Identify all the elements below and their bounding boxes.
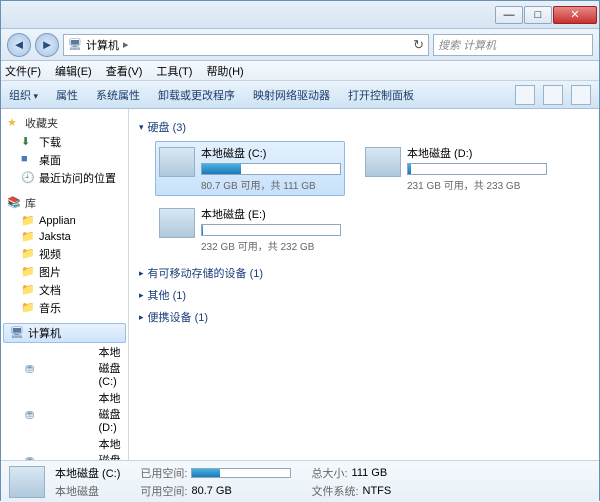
details-pane: 本地磁盘 (C:) 本地磁盘 已用空间: 可用空间: 80.7 GB 总大小: 11… — [1, 460, 599, 502]
sidebar-item-pictures[interactable]: 📁图片 — [1, 263, 128, 281]
drive-icon — [9, 466, 45, 498]
status-drive-name: 本地磁盘 (C:) — [55, 465, 120, 481]
capacity-bar — [201, 163, 341, 175]
collapse-icon: ▾ — [139, 122, 144, 133]
sidebar-item-drive-e[interactable]: ⛃本地磁盘 (E:) — [1, 435, 128, 460]
menu-tools[interactable]: 工具(T) — [156, 63, 192, 79]
favorites-group[interactable]: ★收藏夹 — [1, 113, 128, 133]
sidebar-item-documents[interactable]: 📁文档 — [1, 281, 128, 299]
drive-icon — [365, 147, 401, 177]
back-button[interactable]: ◄ — [7, 33, 31, 57]
expand-icon: ▸ — [139, 290, 144, 301]
search-input[interactable]: 搜索 计算机 — [433, 34, 593, 56]
menu-file[interactable]: 文件(F) — [5, 63, 41, 79]
drive-label: 本地磁盘 (E:) — [201, 206, 341, 222]
desktop-icon: ■ — [21, 153, 35, 167]
address-bar[interactable]: 🖥 计算机 ▸ ↻ — [63, 34, 429, 56]
sidebar-item-downloads[interactable]: ⬇下载 — [1, 133, 128, 151]
folder-icon: 📁 — [21, 265, 35, 279]
refresh-button[interactable]: ↻ — [413, 37, 424, 53]
help-button[interactable] — [571, 85, 591, 105]
content-area: ▾硬盘 (3) 本地磁盘 (C:)80.7 GB 可用，共 111 GB本地磁盘… — [129, 109, 599, 460]
drive-label: 本地磁盘 (C:) — [201, 145, 341, 161]
menu-help[interactable]: 帮助(H) — [206, 63, 243, 79]
minimize-button[interactable]: — — [495, 6, 523, 24]
drive-item[interactable]: 本地磁盘 (D:) 231 GB 可用，共 233 GB — [361, 141, 551, 196]
menu-edit[interactable]: 编辑(E) — [55, 63, 92, 79]
sidebar-item-jaksta[interactable]: 📁Jaksta — [1, 229, 128, 245]
drive-free-text: 231 GB 可用，共 233 GB — [407, 177, 547, 192]
drive-icon — [159, 147, 195, 177]
status-total-label: 总大小: — [311, 465, 347, 481]
recent-icon: 🕘 — [21, 171, 35, 185]
menu-bar: 文件(F) 编辑(E) 查看(V) 工具(T) 帮助(H) — [1, 61, 599, 81]
status-fs-value: NTFS — [363, 485, 392, 497]
library-icon: 📚 — [7, 196, 21, 210]
view-options-button[interactable] — [515, 85, 535, 105]
group-other[interactable]: ▸其他 (1) — [139, 287, 589, 303]
sidebar-item-music[interactable]: 📁音乐 — [1, 299, 128, 317]
drive-label: 本地磁盘 (D:) — [407, 145, 547, 161]
sidebar-item-drive-d[interactable]: ⛃本地磁盘 (D:) — [1, 389, 128, 435]
computer-icon: 🖥 — [68, 38, 82, 52]
drive-icon — [159, 208, 195, 238]
control-panel-button[interactable]: 打开控制面板 — [348, 87, 414, 103]
chevron-right-icon[interactable]: ▸ — [123, 38, 129, 51]
group-hard-disk-drives[interactable]: ▾硬盘 (3) — [139, 119, 589, 135]
expand-icon: ▸ — [139, 312, 144, 323]
organize-button[interactable]: 组织 — [9, 87, 38, 103]
group-removable-storage[interactable]: ▸有可移动存储的设备 (1) — [139, 265, 589, 281]
drive-item[interactable]: 本地磁盘 (E:) 232 GB 可用，共 232 GB — [155, 202, 345, 257]
sidebar-item-recent[interactable]: 🕘最近访问的位置 — [1, 169, 128, 187]
preview-pane-button[interactable] — [543, 85, 563, 105]
sidebar-item-desktop[interactable]: ■桌面 — [1, 151, 128, 169]
drive-free-text: 80.7 GB 可用，共 111 GB — [201, 177, 341, 192]
drive-icon: ⛃ — [21, 451, 95, 460]
command-bar: 组织 属性 系统属性 卸载或更改程序 映射网络驱动器 打开控制面板 — [1, 81, 599, 109]
maximize-button[interactable]: □ — [524, 6, 552, 24]
drive-icon: ⛃ — [21, 405, 94, 419]
expand-icon: ▸ — [139, 268, 144, 279]
map-network-drive-button[interactable]: 映射网络驱动器 — [253, 87, 330, 103]
folder-icon: 📁 — [21, 230, 35, 244]
titlebar: — □ ✕ — [1, 1, 599, 29]
capacity-bar — [201, 224, 341, 236]
star-icon: ★ — [7, 116, 21, 130]
system-properties-button[interactable]: 系统属性 — [96, 87, 140, 103]
status-drive-type: 本地磁盘 — [55, 483, 120, 499]
group-portable-devices[interactable]: ▸便携设备 (1) — [139, 309, 589, 325]
libraries-group[interactable]: 📚库 — [1, 193, 128, 213]
sidebar-item-applian[interactable]: 📁Applian — [1, 213, 128, 229]
status-used-label: 已用空间: — [140, 465, 187, 481]
sidebar-item-drive-c[interactable]: ⛃本地磁盘 (C:) — [1, 343, 128, 389]
computer-icon: 🖥 — [10, 326, 24, 340]
folder-icon: 📁 — [21, 301, 35, 315]
drive-icon: ⛃ — [21, 359, 94, 373]
folder-icon: 📁 — [21, 247, 35, 261]
drive-item[interactable]: 本地磁盘 (C:) 80.7 GB 可用，共 111 GB — [155, 141, 345, 196]
nav-bar: ◄ ► 🖥 计算机 ▸ ↻ 搜索 计算机 — [1, 29, 599, 61]
close-button[interactable]: ✕ — [553, 6, 597, 24]
uninstall-button[interactable]: 卸载或更改程序 — [158, 87, 235, 103]
navigation-pane: ★收藏夹 ⬇下载 ■桌面 🕘最近访问的位置 📚库 📁Applian 📁Jakst… — [1, 109, 129, 460]
breadcrumb[interactable]: 计算机 — [86, 37, 119, 53]
menu-view[interactable]: 查看(V) — [106, 63, 143, 79]
properties-button[interactable]: 属性 — [56, 87, 78, 103]
download-icon: ⬇ — [21, 135, 35, 149]
capacity-bar — [407, 163, 547, 175]
status-free-label: 可用空间: — [140, 483, 187, 499]
folder-icon: 📁 — [21, 214, 35, 228]
sidebar-item-videos[interactable]: 📁视频 — [1, 245, 128, 263]
drive-free-text: 232 GB 可用，共 232 GB — [201, 238, 341, 253]
status-used-bar — [191, 468, 291, 478]
computer-group[interactable]: 🖥计算机 — [3, 323, 126, 343]
folder-icon: 📁 — [21, 283, 35, 297]
forward-button[interactable]: ► — [35, 33, 59, 57]
status-fs-label: 文件系统: — [311, 483, 358, 499]
status-free-value: 80.7 GB — [191, 485, 231, 497]
status-total-value: 111 GB — [352, 467, 388, 479]
